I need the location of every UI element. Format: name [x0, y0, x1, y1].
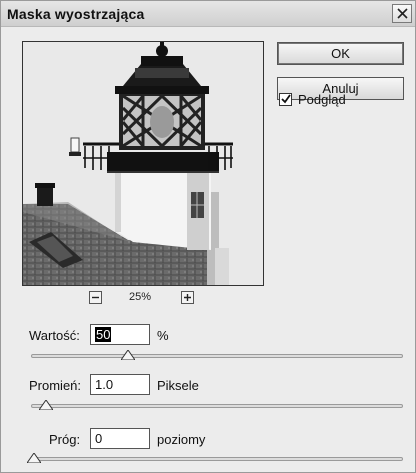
threshold-value: 0	[95, 431, 103, 446]
preview-label: Podgląd	[298, 91, 346, 107]
zoom-in-button[interactable]	[181, 291, 194, 304]
amount-label: Wartość:	[29, 328, 80, 343]
checkmark-icon	[280, 94, 291, 104]
zoom-controls: 25%	[89, 291, 219, 307]
plus-icon	[184, 294, 191, 301]
threshold-input[interactable]: 0	[90, 428, 150, 449]
amount-slider-thumb[interactable]	[120, 350, 135, 360]
slider-thumb-icon	[27, 453, 41, 463]
preview-checkbox[interactable]	[279, 92, 292, 106]
zoom-level: 25%	[129, 291, 152, 303]
preview-image[interactable]	[22, 41, 264, 286]
threshold-label: Próg:	[49, 432, 81, 447]
preview-toggle[interactable]: Podgląd	[279, 91, 346, 107]
close-icon	[396, 8, 408, 19]
radius-input[interactable]: 1.0	[90, 374, 150, 395]
amount-input[interactable]: 50	[90, 324, 150, 345]
dialog-title: Maska wyostrzająca	[7, 6, 145, 22]
lighthouse-image	[23, 42, 263, 285]
radius-slider-track[interactable]	[31, 404, 403, 408]
threshold-slider-thumb[interactable]	[27, 453, 41, 463]
zoom-out-button[interactable]	[89, 291, 102, 304]
ok-button[interactable]: OK	[277, 42, 404, 65]
minus-icon	[92, 296, 99, 299]
threshold-slider-track[interactable]	[31, 457, 403, 461]
title-bar[interactable]: Maska wyostrzająca	[1, 1, 415, 27]
amount-unit: %	[157, 328, 169, 343]
unsharp-mask-dialog: Maska wyostrzająca 25% OK Anuluj Podgląd…	[0, 0, 416, 473]
radius-unit: Piksele	[157, 378, 199, 393]
slider-thumb-icon	[38, 400, 53, 410]
radius-value: 1.0	[95, 377, 114, 392]
threshold-unit: poziomy	[157, 432, 206, 447]
amount-slider-track[interactable]	[31, 354, 403, 358]
radius-label: Promień:	[29, 378, 82, 393]
radius-slider-thumb[interactable]	[38, 400, 53, 410]
close-button[interactable]	[392, 4, 412, 23]
slider-thumb-icon	[120, 350, 135, 360]
amount-value: 50	[95, 327, 112, 342]
